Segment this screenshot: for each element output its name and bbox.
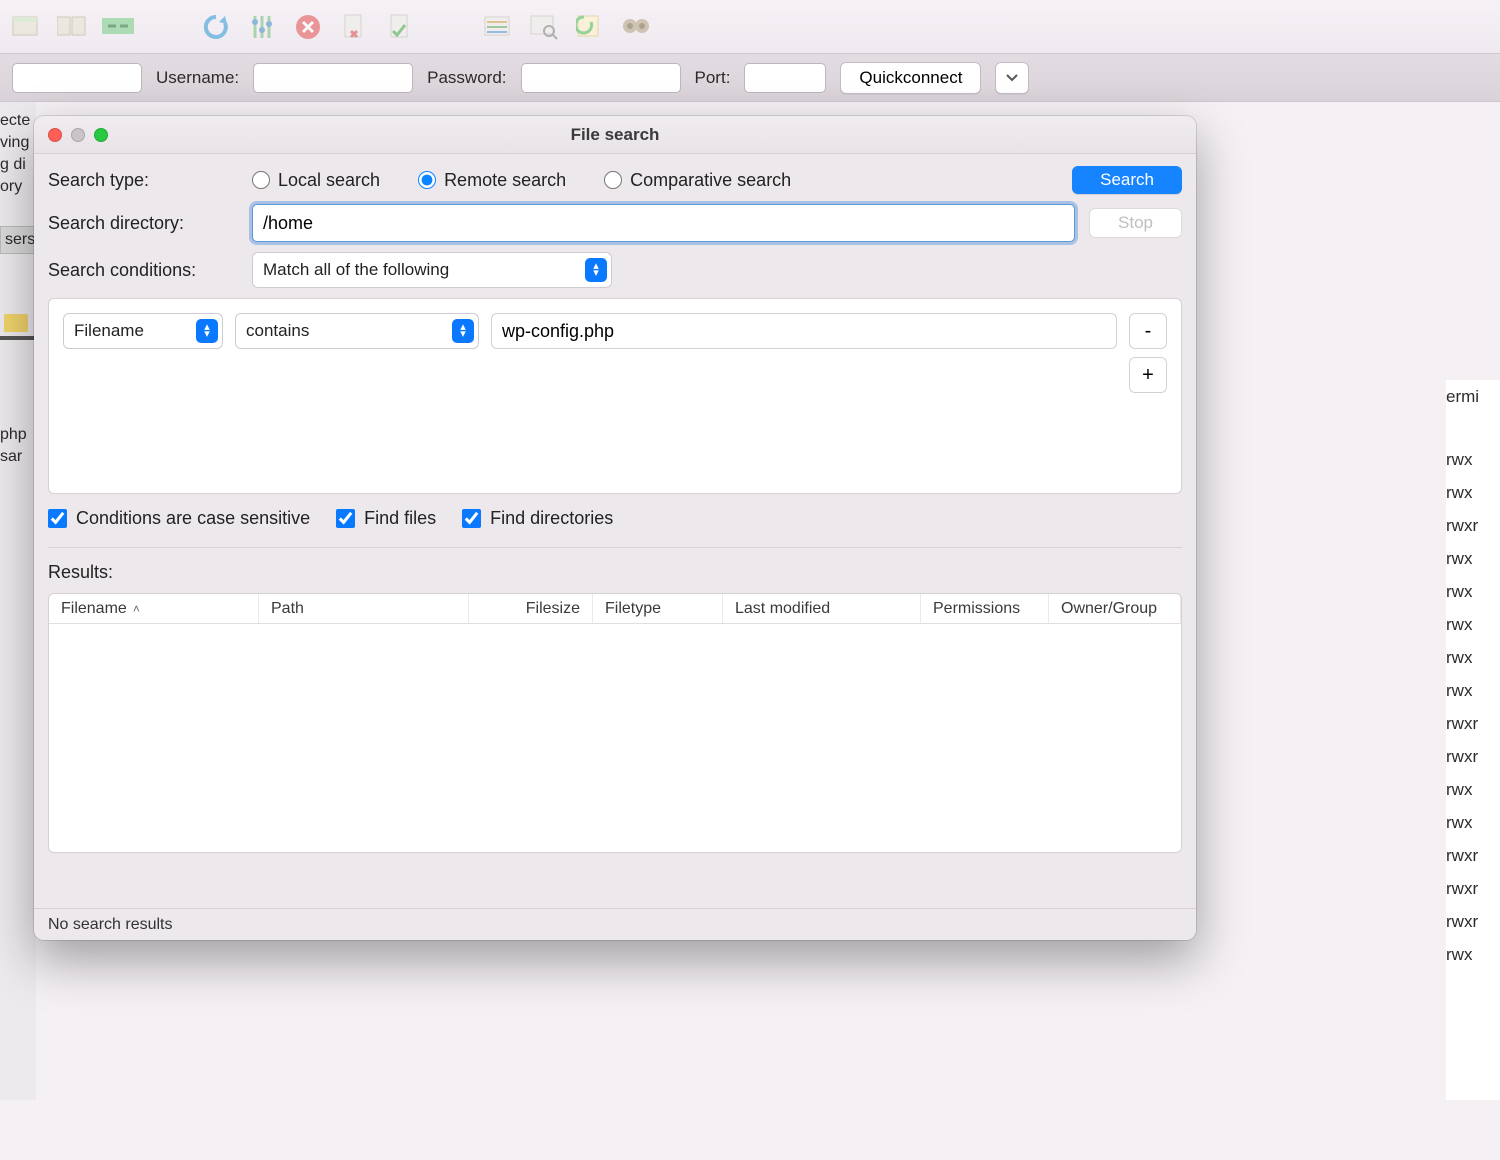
username-label: Username: [156, 68, 239, 88]
sort-asc-icon: ˄ [133, 602, 140, 616]
sitemanager-icon[interactable] [6, 10, 46, 44]
delete-file-icon[interactable] [334, 10, 374, 44]
check-find-files[interactable]: Find files [336, 508, 436, 529]
remove-condition-button[interactable]: - [1129, 313, 1167, 349]
stop-button[interactable]: Stop [1089, 208, 1182, 238]
select-caret-icon: ▴▾ [585, 258, 607, 282]
main-toolbar [0, 0, 1500, 53]
col-last-modified[interactable]: Last modified [723, 594, 921, 623]
port-label: Port: [695, 68, 731, 88]
bg-perms-fragment: ermi rwxrwx rwxrrwx rwxrwx rwxrwx rwxrrw… [1446, 380, 1500, 1100]
status-text: No search results [48, 916, 173, 934]
file-search-dialog: File search Search type: Local search Re… [34, 116, 1196, 940]
dialog-title: File search [34, 125, 1196, 145]
compare-icon[interactable] [570, 10, 610, 44]
conditions-box: Filename ▴▾ contains ▴▾ - + [48, 298, 1182, 494]
search-directory-input[interactable] [252, 204, 1075, 242]
col-permissions[interactable]: Permissions [921, 594, 1049, 623]
find-icon[interactable] [616, 10, 656, 44]
radio-local-search[interactable]: Local search [252, 170, 380, 191]
results-label: Results: [48, 562, 1182, 583]
search-log-icon[interactable] [524, 10, 564, 44]
refresh-icon[interactable] [196, 10, 236, 44]
col-filesize[interactable]: Filesize [469, 594, 593, 623]
search-directory-label: Search directory: [48, 213, 238, 234]
radio-comparative-search[interactable]: Comparative search [604, 170, 791, 191]
quickconnect-button[interactable]: Quickconnect [840, 62, 981, 94]
col-filetype[interactable]: Filetype [593, 594, 723, 623]
results-table: Filename˄ Path Filesize Filetype Last mo… [48, 593, 1182, 853]
match-mode-select[interactable]: Match all of the following ▴▾ [252, 252, 612, 288]
select-caret-icon: ▴▾ [452, 319, 474, 343]
host-field[interactable] [12, 63, 142, 93]
sync-icon[interactable] [98, 10, 138, 44]
condition-value-input[interactable] [491, 313, 1117, 349]
condition-field-select[interactable]: Filename ▴▾ [63, 313, 223, 349]
quickconnect-history-dropdown[interactable] [995, 62, 1029, 94]
search-conditions-label: Search conditions: [48, 260, 238, 281]
col-path[interactable]: Path [259, 594, 469, 623]
bg-log-fragment: ecte ving g di ory sers php sar [0, 102, 36, 1100]
col-owner-group[interactable]: Owner/Group [1049, 594, 1181, 623]
radio-remote-search[interactable]: Remote search [418, 170, 566, 191]
chevron-down-icon [1006, 74, 1018, 82]
check-find-directories[interactable]: Find directories [462, 508, 613, 529]
toggle-panes-icon[interactable] [52, 10, 92, 44]
quickconnect-bar: Username: Password: Port: Quickconnect [0, 53, 1500, 102]
settings-icon[interactable] [242, 10, 282, 44]
dialog-titlebar: File search [34, 116, 1196, 154]
port-input[interactable] [744, 63, 826, 93]
search-type-label: Search type: [48, 170, 238, 191]
password-input[interactable] [521, 63, 681, 93]
select-caret-icon: ▴▾ [196, 319, 218, 343]
condition-operator-select[interactable]: contains ▴▾ [235, 313, 479, 349]
approve-file-icon[interactable] [380, 10, 420, 44]
check-case-sensitive[interactable]: Conditions are case sensitive [48, 508, 310, 529]
add-condition-button[interactable]: + [1129, 357, 1167, 393]
dialog-status-bar: No search results [34, 908, 1196, 940]
results-header: Filename˄ Path Filesize Filetype Last mo… [49, 594, 1181, 624]
username-input[interactable] [253, 63, 413, 93]
col-filename[interactable]: Filename˄ [49, 594, 259, 623]
cancel-icon[interactable] [288, 10, 328, 44]
view-list-icon[interactable] [478, 10, 518, 44]
search-button[interactable]: Search [1072, 166, 1182, 194]
password-label: Password: [427, 68, 506, 88]
